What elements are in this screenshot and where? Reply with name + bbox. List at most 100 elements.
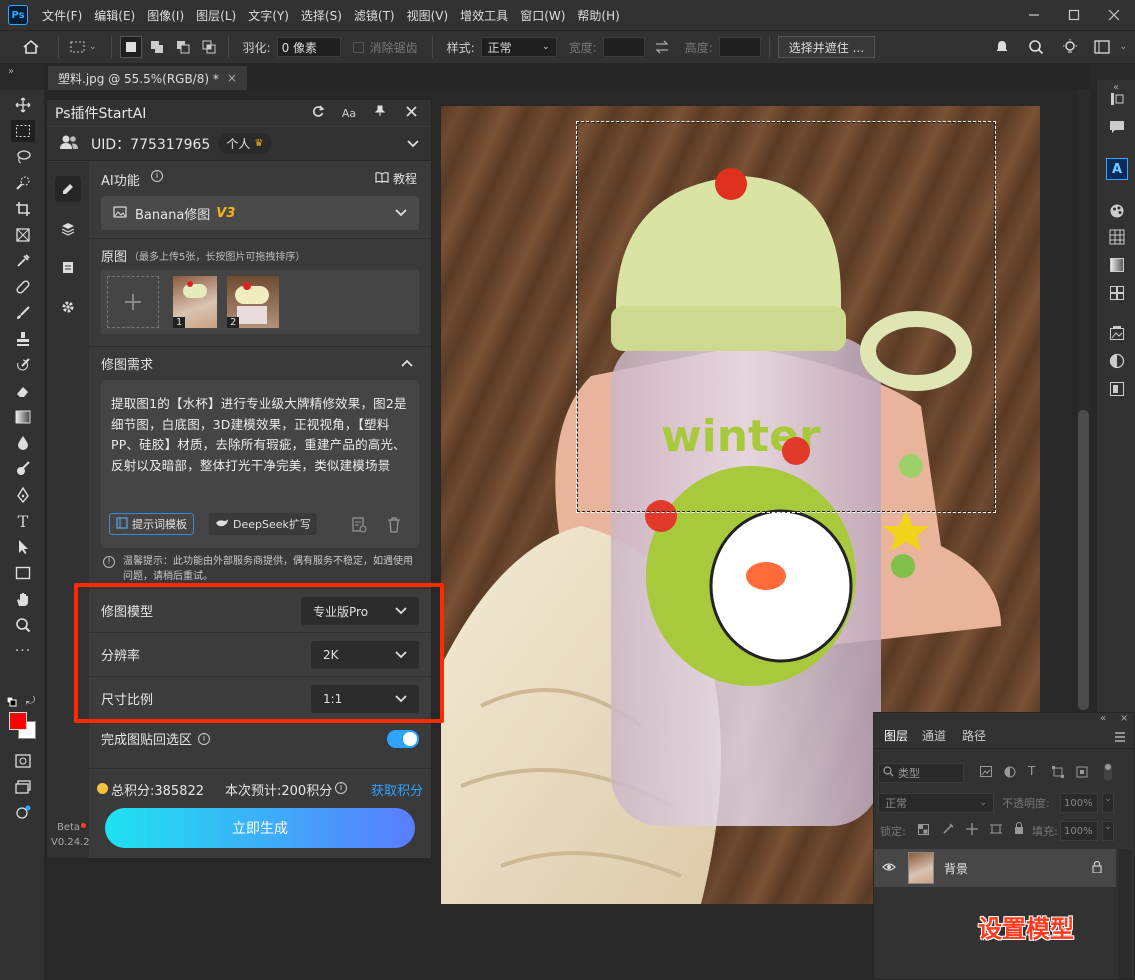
deepseek-expand-button[interactable]: DeepSeek扩写 xyxy=(209,513,317,535)
blur-tool-icon[interactable] xyxy=(11,432,35,454)
width-input[interactable] xyxy=(602,37,645,57)
add-to-selection-icon[interactable] xyxy=(146,36,168,58)
account-row[interactable]: UID：775317965 个人 ♛ xyxy=(47,127,431,161)
tutorial-link[interactable]: 教程 xyxy=(375,170,417,187)
intersect-selection-icon[interactable] xyxy=(198,36,220,58)
panel-menu-icon[interactable] xyxy=(1114,731,1126,745)
menu-layer[interactable]: 图层(L) xyxy=(190,7,242,24)
layer-row[interactable]: 背景 xyxy=(874,849,1116,887)
eyedropper-tool-icon[interactable] xyxy=(11,250,35,272)
lock-transparent-icon[interactable] xyxy=(918,824,929,838)
menu-view[interactable]: 视图(V) xyxy=(401,7,455,24)
style-select[interactable]: 正常 ⌄ xyxy=(480,37,557,57)
height-input[interactable] xyxy=(718,37,761,57)
blend-mode-select[interactable]: 正常 ⌄ xyxy=(878,793,994,813)
minimize-button[interactable] xyxy=(1021,2,1047,28)
swap-icon[interactable] xyxy=(651,36,673,58)
model-select[interactable]: Banana修图 V3 xyxy=(101,196,419,230)
workspace-icon[interactable] xyxy=(1091,36,1113,58)
lock-pixels-icon[interactable] xyxy=(942,823,954,838)
search-icon[interactable] xyxy=(1025,36,1047,58)
zoom-tool-icon[interactable] xyxy=(11,614,35,636)
properties-panel-icon[interactable] xyxy=(1106,378,1128,400)
tab-layers[interactable]: 图层 xyxy=(884,727,908,744)
plugin-status-icon[interactable] xyxy=(11,802,35,824)
select-and-mask-button[interactable]: 选择并遮住 ... xyxy=(777,36,876,58)
move-tool-icon[interactable] xyxy=(11,94,35,116)
layer-filter-select[interactable]: 类型 xyxy=(878,763,964,783)
paste-back-toggle[interactable] xyxy=(387,730,419,748)
libraries-panel-icon[interactable] xyxy=(1106,322,1128,344)
foreground-color-swatch[interactable] xyxy=(9,712,27,730)
collapse-section-icon[interactable] xyxy=(401,356,413,370)
menu-edit[interactable]: 编辑(E) xyxy=(88,7,141,24)
tab-paths[interactable]: 路径 xyxy=(962,727,986,744)
close-window-button[interactable] xyxy=(1101,2,1127,28)
lock-all-icon[interactable] xyxy=(1014,822,1024,837)
pen-tool-icon[interactable] xyxy=(11,484,35,506)
menu-help[interactable]: 帮助(H) xyxy=(571,7,625,24)
clipboard-tab-icon[interactable] xyxy=(55,254,81,280)
history-icon[interactable] xyxy=(351,517,367,536)
edit-tab-icon[interactable] xyxy=(55,176,81,202)
settings-tab-icon[interactable] xyxy=(55,294,81,320)
expand-account-icon[interactable] xyxy=(407,137,419,151)
menu-select[interactable]: 选择(S) xyxy=(295,7,348,24)
hand-tool-icon[interactable] xyxy=(11,588,35,610)
info-icon[interactable]: i xyxy=(151,170,163,182)
pin-icon[interactable] xyxy=(368,105,392,121)
add-image-button[interactable] xyxy=(107,276,159,328)
close-tab-icon[interactable]: × xyxy=(227,71,237,85)
quick-mask-icon[interactable] xyxy=(11,750,35,772)
feather-input[interactable]: 0 像素 xyxy=(276,37,341,57)
visibility-eye-icon[interactable] xyxy=(882,861,898,875)
menu-plugins[interactable]: 增效工具 xyxy=(454,7,514,24)
type-tool-icon[interactable]: T xyxy=(11,510,35,532)
stamp-tool-icon[interactable] xyxy=(11,328,35,350)
startai-plugin-icon[interactable]: A xyxy=(1106,158,1128,180)
layers-tab-icon[interactable] xyxy=(55,216,81,242)
collapse-toolbar-icon[interactable]: » xyxy=(8,66,14,77)
gradients-panel-icon[interactable] xyxy=(1106,254,1128,276)
filter-smart-object-icon[interactable] xyxy=(1076,766,1088,781)
eraser-tool-icon[interactable] xyxy=(11,380,35,402)
swatches-panel-icon[interactable] xyxy=(1106,226,1128,248)
generate-button[interactable]: 立即生成 xyxy=(105,808,415,848)
menu-type[interactable]: 文字(Y) xyxy=(242,7,295,24)
marquee-preset-icon[interactable] xyxy=(67,36,89,58)
notification-bell-icon[interactable] xyxy=(991,36,1013,58)
crop-tool-icon[interactable] xyxy=(11,198,35,220)
menu-window[interactable]: 窗口(W) xyxy=(514,7,571,24)
healing-brush-tool-icon[interactable] xyxy=(11,276,35,298)
subtract-from-selection-icon[interactable] xyxy=(172,36,194,58)
default-colors-icon[interactable] xyxy=(6,696,17,707)
rectangle-tool-icon[interactable] xyxy=(11,562,35,584)
frame-tool-icon[interactable] xyxy=(11,224,35,246)
history-brush-tool-icon[interactable] xyxy=(11,354,35,376)
lightbulb-icon[interactable] xyxy=(1059,36,1081,58)
home-icon[interactable] xyxy=(20,36,42,58)
path-selection-tool-icon[interactable] xyxy=(11,536,35,558)
layers-scrollbar[interactable] xyxy=(1118,849,1132,979)
document-tab[interactable]: 塑料.jpg @ 55.5%(RGB/8) * × xyxy=(48,66,247,90)
close-panel-icon[interactable] xyxy=(399,105,423,121)
get-points-link[interactable]: 获取积分 xyxy=(371,780,423,799)
lasso-tool-icon[interactable] xyxy=(11,146,35,168)
chevron-down-icon[interactable]: ⌄ xyxy=(89,42,97,52)
chevron-down-icon[interactable]: ⌄ xyxy=(1102,793,1114,813)
chevron-down-icon[interactable]: ⌄ xyxy=(1119,42,1127,52)
dodge-tool-icon[interactable] xyxy=(11,458,35,480)
thumbnail-1[interactable]: 1 xyxy=(173,276,217,328)
quick-selection-tool-icon[interactable] xyxy=(11,172,35,194)
font-size-toggle[interactable]: Aa xyxy=(337,107,361,120)
more-tools-icon[interactable]: ··· xyxy=(11,640,35,662)
thumbnail-2[interactable]: 2 xyxy=(227,276,279,328)
adjustments-panel-icon[interactable] xyxy=(1106,350,1128,372)
color-panel-icon[interactable] xyxy=(1106,200,1128,222)
menu-image[interactable]: 图像(I) xyxy=(141,7,190,24)
filter-type-icon[interactable]: T xyxy=(1028,764,1035,778)
menu-file[interactable]: 文件(F) xyxy=(36,7,88,24)
vertical-scrollbar-thumb[interactable] xyxy=(1078,410,1089,710)
lock-artboard-icon[interactable] xyxy=(990,823,1002,838)
restore-button[interactable] xyxy=(1061,2,1087,28)
